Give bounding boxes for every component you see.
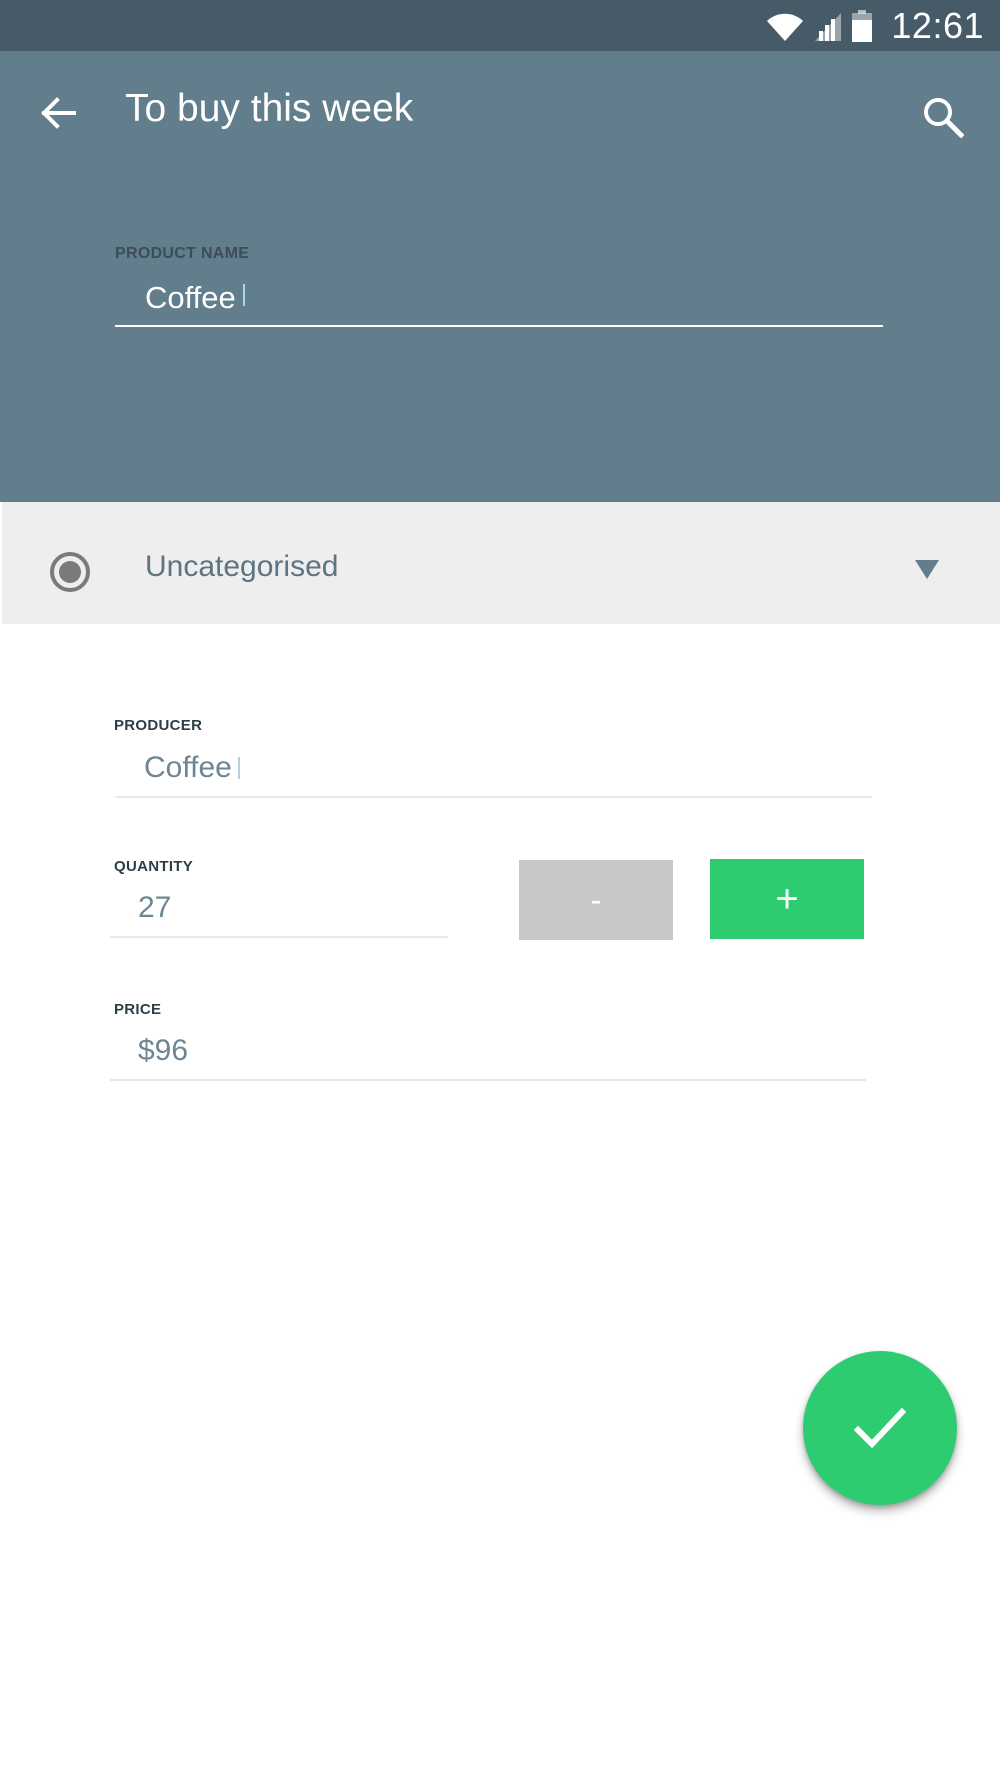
product-name-label: PRODUCT NAME (115, 245, 250, 262)
price-label: PRICE (114, 1001, 162, 1018)
quantity-input[interactable] (110, 880, 448, 938)
radio-icon (50, 552, 90, 592)
category-label: Uncategorised (145, 550, 339, 583)
product-name-input[interactable] (115, 271, 883, 327)
text-cursor (238, 757, 240, 779)
page-title: To buy this week (125, 87, 414, 130)
search-button[interactable] (915, 89, 971, 145)
price-input[interactable] (110, 1023, 866, 1081)
back-button[interactable] (34, 89, 82, 137)
cell-signal-icon (815, 12, 842, 41)
increase-quantity-button[interactable]: + (710, 859, 864, 939)
status-bar: 12:61 (0, 0, 1000, 51)
battery-icon (852, 9, 873, 42)
producer-label: PRODUCER (114, 717, 203, 734)
check-icon (853, 1407, 907, 1449)
confirm-button[interactable] (803, 1351, 957, 1505)
dropdown-triangle-icon[interactable] (914, 558, 940, 580)
text-cursor (243, 284, 245, 306)
app-header: To buy this week PRODUCT NAME (0, 51, 1000, 502)
arrow-back-icon (41, 97, 76, 129)
search-icon (924, 98, 964, 138)
decrease-quantity-button[interactable]: - (519, 860, 673, 940)
producer-input[interactable] (116, 740, 872, 798)
quantity-label: QUANTITY (114, 858, 194, 875)
wifi-icon (767, 13, 804, 41)
status-icons: 12:61 (765, 0, 984, 51)
status-time: 12:61 (891, 4, 984, 46)
